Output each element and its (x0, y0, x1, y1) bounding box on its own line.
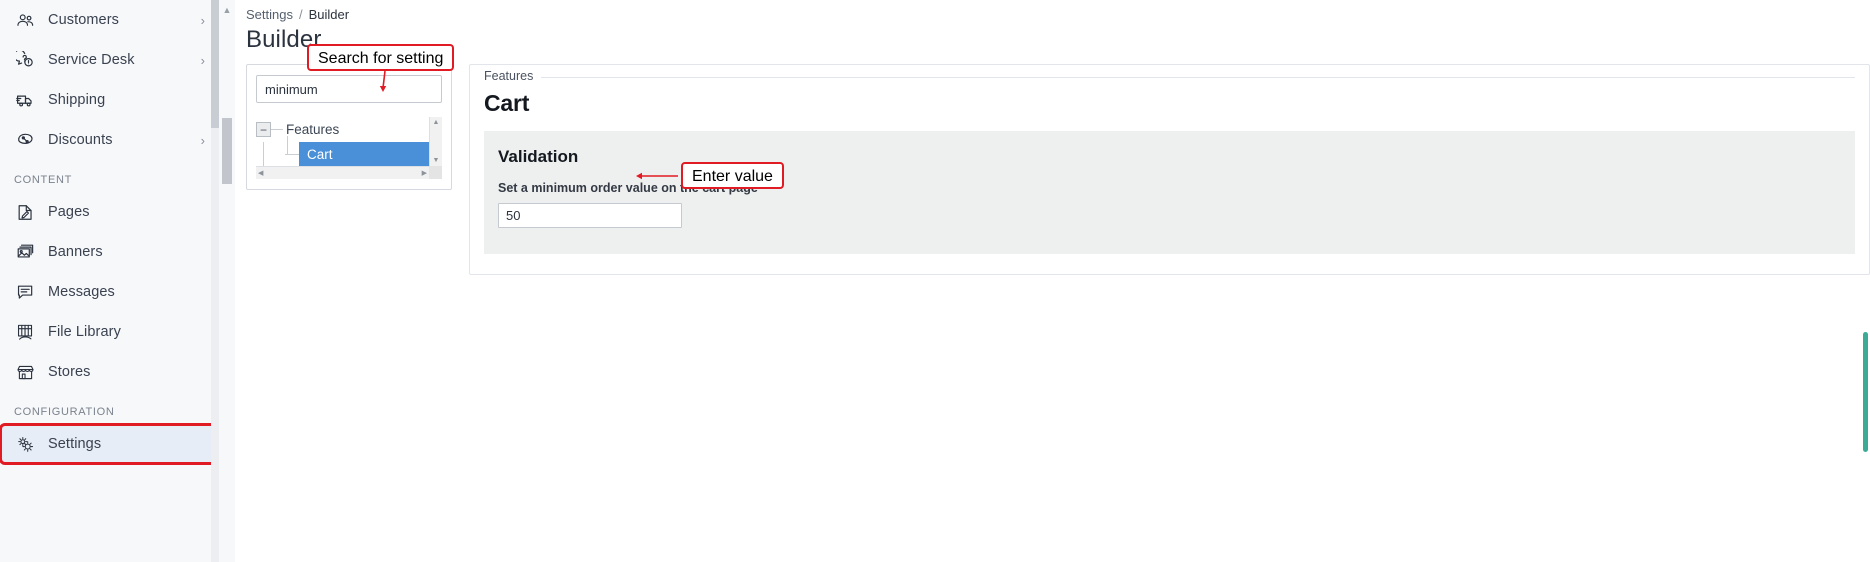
annotation-arrow-search (379, 70, 678, 180)
annotation-enter-value: Enter value (681, 162, 784, 189)
app-root: Customers › Service Desk › Shipping Disc… (0, 0, 1870, 562)
annotation-search-for-setting: Search for setting (307, 44, 455, 71)
